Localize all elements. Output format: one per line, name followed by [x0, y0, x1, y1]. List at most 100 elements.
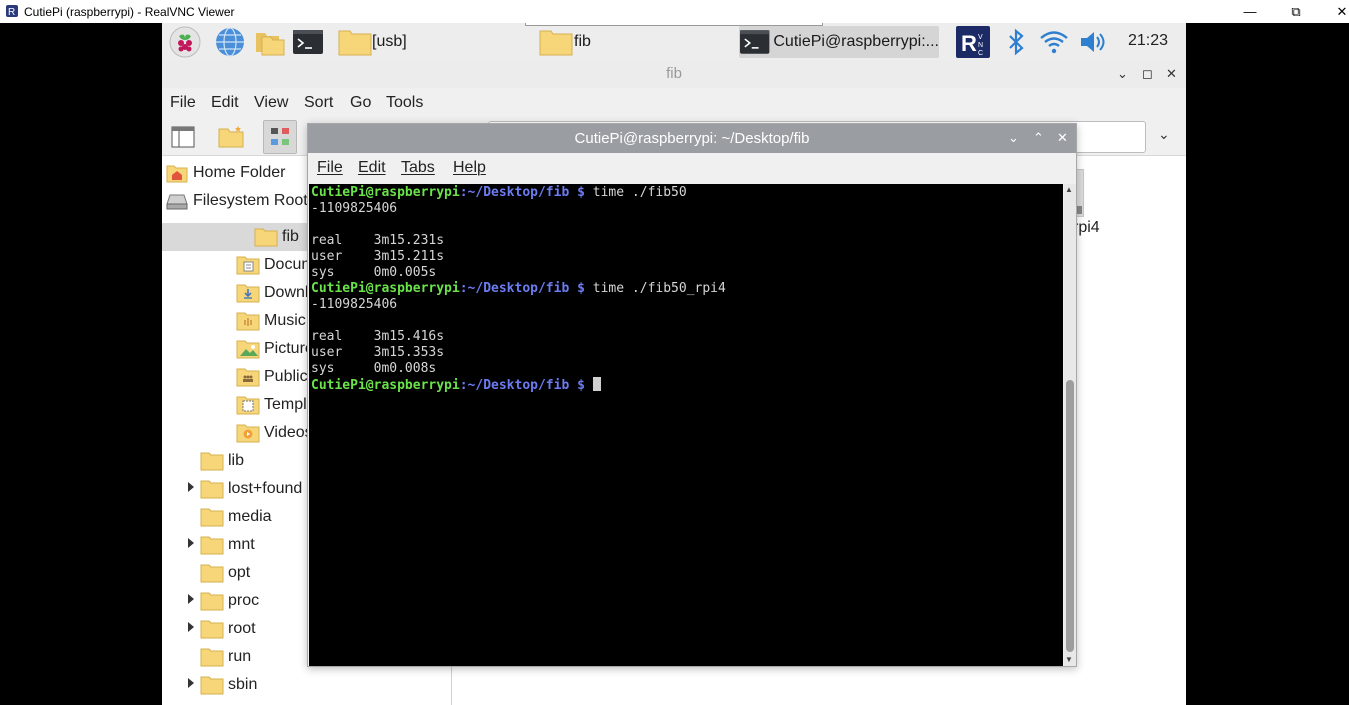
fm-menu-tools[interactable]: Tools — [386, 94, 423, 112]
file-manager-titlebar: fib ⌄ ◻ ✕ — [162, 60, 1186, 88]
term-menu-file[interactable]: File — [317, 159, 343, 177]
tree-label: root — [228, 620, 256, 637]
fm-menu-file[interactable]: File — [170, 94, 196, 112]
chevron-down-icon[interactable]: ⌄ — [1158, 126, 1170, 143]
scroll-down-icon[interactable]: ▼ — [1065, 655, 1073, 664]
tree-label: media — [228, 508, 272, 525]
place-home-folder[interactable]: Home Folder — [166, 160, 285, 186]
folder-icon — [200, 592, 224, 611]
term-menu-tabs[interactable]: Tabs — [401, 159, 435, 177]
remote-desktop[interactable]: [usb] fib CutiePi@raspberrypi:... R V N … — [162, 23, 1186, 705]
terminal-launcher-icon[interactable] — [292, 26, 324, 58]
folder-icon — [200, 676, 224, 695]
tree-item-root[interactable]: root — [200, 615, 256, 643]
task-usb[interactable]: [usb] — [338, 26, 498, 58]
new-folder-icon[interactable] — [216, 122, 246, 152]
scroll-up-icon[interactable]: ▲ — [1065, 185, 1073, 194]
task-fib[interactable]: fib — [539, 26, 724, 58]
place-label: Home Folder — [193, 164, 286, 181]
raspberry-menu-icon[interactable] — [169, 26, 201, 58]
tree-item-fib[interactable]: fib — [254, 223, 299, 251]
music-folder-icon — [236, 312, 260, 331]
tree-item-lib[interactable]: lib — [200, 447, 244, 475]
prompt-path: :~/Desktop/fib $ — [459, 185, 593, 200]
tree-item-media[interactable]: media — [200, 503, 272, 531]
text-cursor — [592, 377, 601, 391]
task-label: fib — [574, 33, 591, 50]
tree-item-run[interactable]: run — [200, 643, 251, 671]
new-window-icon[interactable] — [168, 122, 198, 152]
vnc-server-icon[interactable]: R V N C — [955, 25, 991, 59]
terminal-titlebar[interactable]: CutiePi@raspberrypi: ~/Desktop/fib ⌄ ⌃ ✕ — [308, 124, 1076, 153]
fm-menu-go[interactable]: Go — [350, 94, 371, 112]
templates-folder-icon — [236, 396, 260, 415]
folder-icon — [539, 30, 573, 56]
fm-close-button[interactable]: ✕ — [1166, 66, 1177, 82]
terminal-minimize-button[interactable]: ⌄ — [1008, 130, 1019, 146]
tree-item-proc[interactable]: proc — [200, 587, 259, 615]
expand-arrow-icon[interactable] — [188, 594, 194, 604]
folder-icon — [200, 452, 224, 471]
tree-label: Music — [264, 312, 306, 329]
terminal-output[interactable]: CutiePi@raspberrypi:~/Desktop/fib $ time… — [309, 184, 1063, 666]
volume-icon[interactable] — [1077, 26, 1109, 58]
place-label: Filesystem Root — [193, 192, 308, 209]
tree-item-music[interactable]: Music — [236, 307, 306, 335]
close-button[interactable]: ✕ — [1319, 0, 1349, 23]
documents-folder-icon — [236, 256, 260, 275]
terminal-scrollbar[interactable]: ▲ ▼ — [1064, 184, 1076, 666]
term-menu-help[interactable]: Help — [453, 159, 486, 177]
minimize-button[interactable]: — — [1227, 0, 1273, 23]
home-folder-icon — [166, 165, 188, 183]
web-browser-icon[interactable] — [214, 26, 246, 58]
terminal-window[interactable]: CutiePi@raspberrypi: ~/Desktop/fib ⌄ ⌃ ✕… — [307, 123, 1077, 667]
fm-menu-view[interactable]: View — [254, 94, 288, 112]
clock[interactable]: 21:23 — [1128, 32, 1168, 50]
expand-arrow-icon[interactable] — [188, 678, 194, 688]
expand-arrow-icon[interactable] — [188, 538, 194, 548]
tree-label: proc — [228, 592, 260, 609]
folder-icon — [200, 564, 224, 583]
tree-item-lost-found[interactable]: lost+found — [200, 475, 302, 503]
file-manager-menubar: File Edit View Sort Go Tools — [162, 88, 1186, 118]
tree-item-public[interactable]: Public — [236, 363, 308, 391]
tree-label: lib — [228, 452, 245, 469]
icon-view-toggle[interactable] — [263, 120, 297, 154]
fm-menu-sort[interactable]: Sort — [304, 94, 333, 112]
command-text: time ./fib50 — [592, 185, 687, 200]
fm-maximize-button[interactable]: ◻ — [1142, 66, 1153, 82]
expand-arrow-icon[interactable] — [188, 482, 194, 492]
restore-button[interactable]: ⧉ — [1273, 0, 1319, 23]
hard-drive-icon — [166, 194, 188, 210]
task-terminal[interactable]: CutiePi@raspberrypi:... — [739, 26, 939, 58]
svg-text:R: R — [961, 31, 977, 56]
file-manager-icon[interactable] — [254, 26, 286, 58]
window-title: CutiePi (raspberrypi) - RealVNC Viewer — [24, 5, 235, 19]
folder-icon — [200, 480, 224, 499]
expand-arrow-icon[interactable] — [188, 622, 194, 632]
prompt-user: CutiePi@raspberrypi — [311, 185, 460, 200]
bluetooth-icon[interactable] — [1000, 26, 1032, 58]
tree-item-mnt[interactable]: mnt — [200, 531, 255, 559]
folder-icon — [338, 30, 372, 56]
fm-minimize-button[interactable]: ⌄ — [1117, 66, 1128, 82]
wifi-icon[interactable] — [1038, 26, 1070, 58]
terminal-maximize-button[interactable]: ⌃ — [1033, 130, 1044, 146]
file-manager-title: fib — [666, 65, 682, 82]
svg-text:N: N — [978, 42, 983, 49]
file-item-label[interactable]: rpi4 — [1073, 219, 1100, 237]
place-filesystem-root[interactable]: Filesystem Root — [166, 188, 308, 214]
terminal-line: CutiePi@raspberrypi:~/Desktop/fib $ — [311, 377, 1061, 394]
fm-menu-edit[interactable]: Edit — [211, 94, 239, 112]
prompt-path: :~/Desktop/fib $ — [459, 281, 593, 296]
term-menu-edit[interactable]: Edit — [358, 159, 386, 177]
tree-item-opt[interactable]: opt — [200, 559, 250, 587]
terminal-close-button[interactable]: ✕ — [1057, 130, 1068, 146]
folder-icon — [200, 648, 224, 667]
tree-item-sbin[interactable]: sbin — [200, 671, 257, 699]
terminal-scroll-thumb[interactable] — [1066, 380, 1074, 652]
tree-label: Public — [264, 368, 308, 385]
tree-item-videos[interactable]: Videos — [236, 419, 313, 447]
